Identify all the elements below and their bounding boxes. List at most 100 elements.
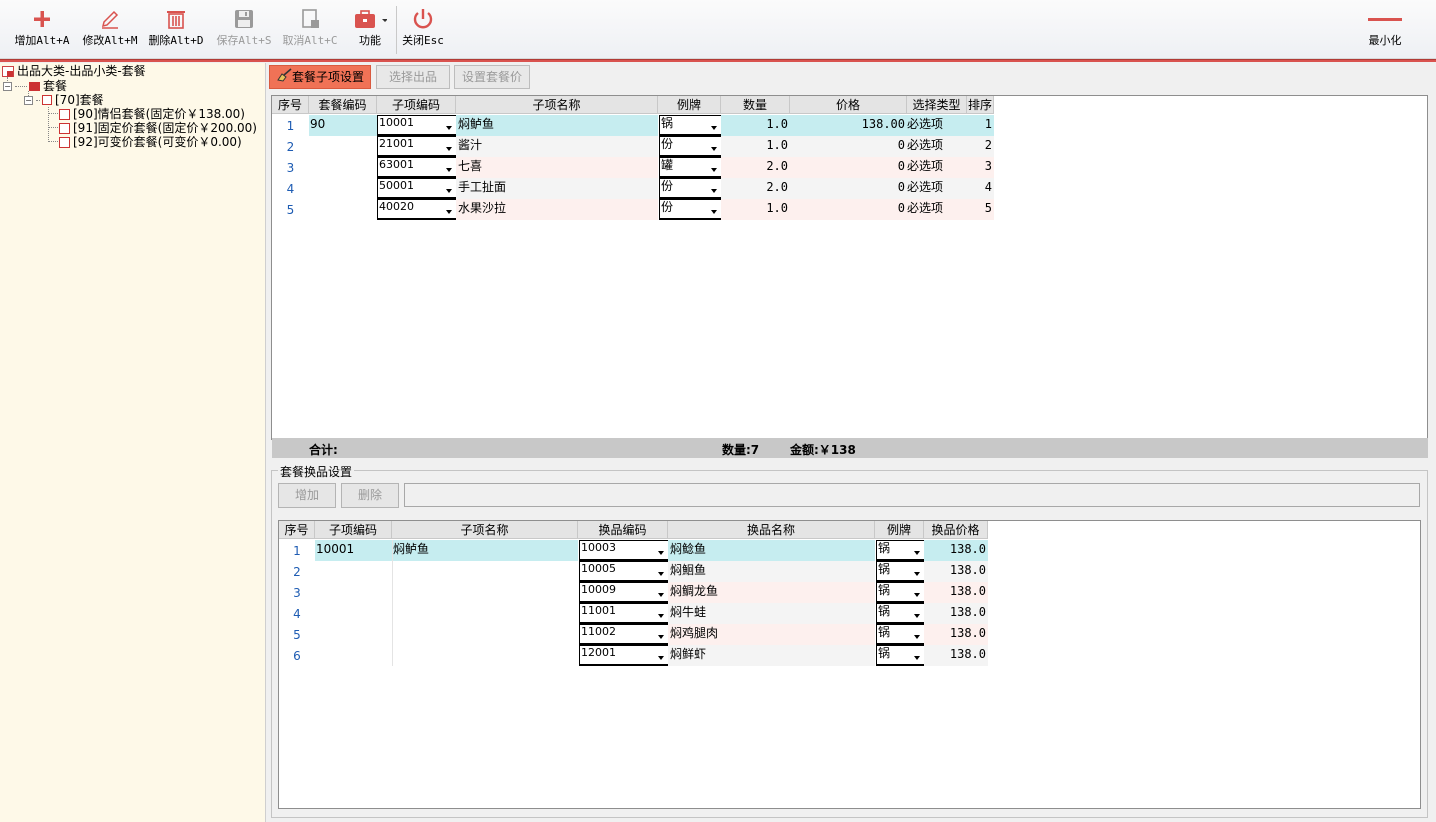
edit-button[interactable]: 修改Alt+M	[80, 4, 140, 56]
sort-cell[interactable]: 4	[967, 178, 994, 199]
table-row[interactable]: 1 10003 焖鲶鱼锅 138.0	[279, 540, 988, 561]
dropdown-arrow-icon[interactable]	[443, 182, 455, 197]
dropdown-arrow-icon[interactable]	[443, 161, 455, 176]
select-type-cell[interactable]: 必选项	[907, 178, 967, 199]
dropdown-arrow-icon[interactable]	[708, 161, 720, 176]
dropdown-arrow-icon[interactable]	[655, 607, 667, 622]
unit-select[interactable]: 锅	[876, 624, 924, 645]
unit-select[interactable]: 罐	[659, 157, 721, 178]
item-code-select[interactable]: 50001	[377, 178, 456, 199]
table-row[interactable]: 1 90 10001 焖鲈鱼锅 1.0 138.00 必选项 1	[272, 115, 994, 136]
dropdown-arrow-icon[interactable]	[655, 544, 667, 559]
save-button[interactable]: 保存Alt+S	[214, 4, 274, 56]
table-row[interactable]: 3 63001 七喜罐 2.0 0 必选项 3	[272, 157, 994, 178]
unit-select[interactable]: 锅	[876, 582, 924, 603]
sort-cell[interactable]: 3	[967, 157, 994, 178]
price-cell[interactable]: 0	[790, 199, 907, 220]
sort-cell[interactable]: 5	[967, 199, 994, 220]
tree-root[interactable]: 出品大类-出品小类-套餐	[2, 64, 146, 78]
sub-code-select[interactable]: 11002	[579, 624, 668, 645]
memo-field[interactable]	[404, 483, 1420, 507]
unit-select[interactable]: 份	[659, 136, 721, 157]
tree-node-setmeal-category[interactable]: − 套餐	[3, 79, 67, 93]
price-cell[interactable]: 0	[790, 136, 907, 157]
qty-cell[interactable]: 1.0	[721, 115, 790, 136]
unit-select[interactable]: 锅	[876, 603, 924, 624]
unit-select[interactable]: 份	[659, 178, 721, 199]
select-type-cell[interactable]: 必选项	[907, 157, 967, 178]
dropdown-arrow-icon[interactable]	[655, 649, 667, 664]
minimize-button[interactable]: 最小化	[1362, 4, 1408, 56]
price-cell[interactable]: 138.00	[790, 115, 907, 136]
price-cell[interactable]: 0	[790, 157, 907, 178]
collapse-icon[interactable]: −	[24, 95, 33, 105]
sub-price-cell[interactable]: 138.0	[924, 603, 988, 624]
tab-select-items[interactable]: 选择出品	[376, 65, 450, 89]
price-cell[interactable]: 0	[790, 178, 907, 199]
tree-node-70[interactable]: − [70]套餐	[24, 93, 104, 107]
delete-button[interactable]: 删除Alt+D	[146, 4, 206, 56]
table-row[interactable]: 4 11001 焖牛蛙锅 138.0	[279, 603, 988, 624]
function-button[interactable]: 功能	[350, 4, 390, 56]
table-row[interactable]: 5 11002 焖鸡腿肉锅 138.0	[279, 624, 988, 645]
dropdown-arrow-icon[interactable]	[708, 182, 720, 197]
dropdown-arrow-icon[interactable]	[911, 544, 923, 559]
category-tree[interactable]: 出品大类-出品小类-套餐 − 套餐 − [70]套餐 [90]情侣套餐(固定价￥…	[0, 63, 266, 822]
sort-cell[interactable]: 2	[967, 136, 994, 157]
close-button[interactable]: 关闭Esc	[400, 4, 446, 56]
select-type-cell[interactable]: 必选项	[907, 136, 967, 157]
tab-setmeal-items[interactable]: 套餐子项设置	[269, 65, 371, 89]
table-row[interactable]: 2 10005 焖鮰鱼锅 138.0	[279, 561, 988, 582]
item-code-select[interactable]: 10001	[377, 115, 456, 136]
setmeal-items-grid[interactable]: 序号 套餐编码 子项编码 子项名称 例牌 数量 价格 选择类型 排序 1 90 10…	[271, 95, 1428, 440]
unit-select[interactable]: 锅	[876, 540, 924, 561]
sub-price-cell[interactable]: 138.0	[924, 540, 988, 561]
delete-sub-button[interactable]: 删除	[341, 483, 399, 508]
sub-price-cell[interactable]: 138.0	[924, 645, 988, 666]
select-type-cell[interactable]: 必选项	[907, 115, 967, 136]
item-code-select[interactable]: 63001	[377, 157, 456, 178]
dropdown-arrow-icon[interactable]	[911, 565, 923, 580]
qty-cell[interactable]: 1.0	[721, 136, 790, 157]
item-code-select[interactable]: 40020	[377, 199, 456, 220]
dropdown-arrow-icon[interactable]	[443, 119, 455, 134]
tree-leaf-92[interactable]: [92]可变价套餐(可变价￥0.00)	[59, 135, 242, 149]
select-type-cell[interactable]: 必选项	[907, 199, 967, 220]
substitution-grid[interactable]: 序号 子项编码 子项名称 换品编码 换品名称 例牌 换品价格 10001 焖鲈鱼 1…	[278, 520, 1421, 809]
dropdown-arrow-icon[interactable]	[708, 119, 720, 134]
sub-code-select[interactable]: 11001	[579, 603, 668, 624]
add-button[interactable]: 增加Alt+A	[12, 4, 72, 56]
collapse-icon[interactable]: −	[3, 81, 12, 91]
qty-cell[interactable]: 1.0	[721, 199, 790, 220]
dropdown-arrow-icon[interactable]	[911, 586, 923, 601]
sub-price-cell[interactable]: 138.0	[924, 624, 988, 645]
sub-code-select[interactable]: 10003	[579, 540, 668, 561]
table-row[interactable]: 5 40020 水果沙拉份 1.0 0 必选项 5	[272, 199, 994, 220]
tree-leaf-91[interactable]: [91]固定价套餐(固定价￥200.00)	[59, 121, 257, 135]
tab-set-price[interactable]: 设置套餐价	[454, 65, 530, 89]
unit-select[interactable]: 锅	[876, 645, 924, 666]
dropdown-arrow-icon[interactable]	[911, 607, 923, 622]
sub-price-cell[interactable]: 138.0	[924, 561, 988, 582]
table-row[interactable]: 6 12001 焖鲜虾锅 138.0	[279, 645, 988, 666]
dropdown-arrow-icon[interactable]	[708, 140, 720, 155]
sub-code-select[interactable]: 10005	[579, 561, 668, 582]
dropdown-arrow-icon[interactable]	[443, 140, 455, 155]
dropdown-arrow-icon[interactable]	[443, 203, 455, 218]
table-row[interactable]: 2 21001 酱汁份 1.0 0 必选项 2	[272, 136, 994, 157]
dropdown-arrow-icon[interactable]	[655, 628, 667, 643]
dropdown-arrow-icon[interactable]	[911, 649, 923, 664]
dropdown-arrow-icon[interactable]	[655, 565, 667, 580]
table-row[interactable]: 4 50001 手工扯面份 2.0 0 必选项 4	[272, 178, 994, 199]
sort-cell[interactable]: 1	[967, 115, 994, 136]
item-code-select[interactable]: 21001	[377, 136, 456, 157]
qty-cell[interactable]: 2.0	[721, 157, 790, 178]
sub-code-select[interactable]: 12001	[579, 645, 668, 666]
cancel-button[interactable]: 取消Alt+C	[280, 4, 340, 56]
dropdown-arrow-icon[interactable]	[911, 628, 923, 643]
add-sub-button[interactable]: 增加	[278, 483, 336, 508]
unit-select[interactable]: 锅	[659, 115, 721, 136]
unit-select[interactable]: 份	[659, 199, 721, 220]
unit-select[interactable]: 锅	[876, 561, 924, 582]
qty-cell[interactable]: 2.0	[721, 178, 790, 199]
